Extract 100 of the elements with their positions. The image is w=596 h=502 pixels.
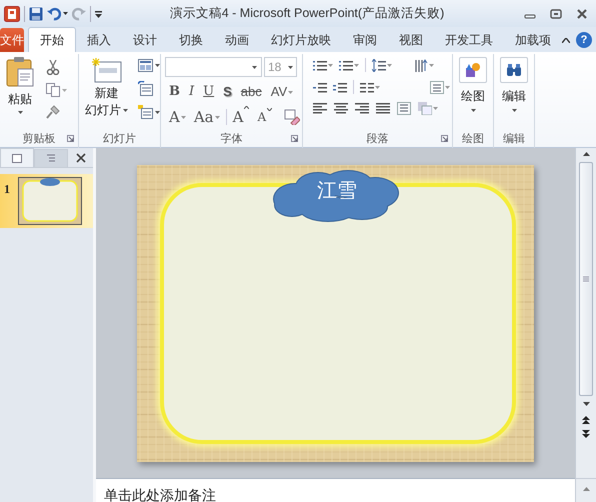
scissors-icon[interactable] bbox=[46, 60, 60, 75]
numbered-list-icon[interactable] bbox=[339, 58, 353, 72]
caret-icon bbox=[155, 110, 160, 114]
scroll-up-icon[interactable] bbox=[582, 152, 590, 156]
app-icon[interactable] bbox=[4, 6, 20, 22]
previous-slide-icon[interactable] bbox=[582, 416, 590, 424]
shapes-icon bbox=[465, 62, 481, 78]
binoculars-icon bbox=[506, 63, 522, 77]
section-icon[interactable] bbox=[138, 105, 153, 119]
slide-thumbnail-row[interactable]: 1 bbox=[0, 174, 93, 228]
clear-format-icon[interactable] bbox=[284, 109, 300, 125]
slides-tab-icon bbox=[12, 154, 22, 162]
dialog-launcher-icon[interactable] bbox=[441, 135, 448, 142]
caret-icon bbox=[354, 64, 359, 66]
scroll-down-icon[interactable] bbox=[582, 402, 590, 406]
format-button[interactable]: AV bbox=[268, 85, 296, 99]
ribbon-tab[interactable]: 开发工具 bbox=[434, 28, 504, 52]
font-size-button[interactable]: A bbox=[230, 106, 252, 128]
font-size-button[interactable]: A bbox=[255, 108, 274, 126]
close-icon[interactable] bbox=[76, 153, 86, 163]
group-label: 剪贴板 bbox=[22, 132, 56, 147]
new-slide-icon bbox=[92, 58, 122, 84]
ribbon-tab[interactable]: 审阅 bbox=[342, 28, 388, 52]
customize-icon[interactable] bbox=[95, 10, 102, 18]
dialog-launcher-icon[interactable] bbox=[291, 135, 298, 142]
scroll-thumb[interactable] bbox=[579, 162, 593, 396]
font-size-button[interactable]: Aa bbox=[192, 106, 222, 128]
font-size-button[interactable]: A bbox=[167, 106, 188, 128]
ribbon-tab[interactable]: 插入 bbox=[76, 28, 122, 52]
drawing-button[interactable]: 绘图 bbox=[453, 54, 493, 130]
grow-icon bbox=[244, 106, 250, 109]
caret-icon bbox=[445, 86, 450, 88]
increase-indent-icon[interactable] bbox=[333, 80, 347, 94]
caret-icon bbox=[18, 111, 22, 114]
caret-icon bbox=[214, 116, 220, 118]
paste-button[interactable]: 粘贴 bbox=[0, 54, 40, 130]
layout-icon[interactable] bbox=[138, 59, 153, 72]
collapse-ribbon-icon[interactable] bbox=[562, 38, 570, 42]
align-left-icon[interactable] bbox=[313, 102, 327, 115]
rounded-rectangle[interactable] bbox=[160, 182, 516, 444]
justify-icon[interactable] bbox=[376, 102, 390, 115]
format-button[interactable]: abc bbox=[238, 85, 264, 99]
grip-icon bbox=[583, 276, 589, 282]
caret-icon bbox=[387, 64, 392, 66]
ribbon-tab[interactable]: 动画 bbox=[214, 28, 260, 52]
group-label: 编辑 bbox=[503, 132, 525, 147]
ribbon-tab[interactable]: 加载项 bbox=[504, 28, 562, 52]
next-slide-icon[interactable] bbox=[582, 430, 590, 438]
format-button[interactable]: B bbox=[167, 85, 182, 99]
text-direction-icon[interactable] bbox=[414, 58, 428, 72]
ribbon-tab[interactable]: 文件 bbox=[0, 28, 24, 52]
ribbon-tab[interactable]: 幻灯片放映 bbox=[260, 28, 342, 52]
caret-icon bbox=[62, 88, 67, 92]
caret-icon bbox=[429, 64, 434, 66]
outline-icon bbox=[46, 154, 56, 163]
save-icon[interactable] bbox=[29, 6, 43, 20]
notes-field[interactable]: 单击此处添加备注 bbox=[96, 478, 575, 502]
help-button[interactable]: ? bbox=[576, 32, 592, 48]
restore-icon[interactable] bbox=[550, 8, 562, 18]
distributed-icon[interactable] bbox=[397, 102, 411, 115]
line-spacing-icon[interactable] bbox=[372, 58, 386, 72]
caret-icon bbox=[63, 12, 68, 15]
outline-tab[interactable] bbox=[34, 149, 68, 167]
caret-icon bbox=[180, 116, 186, 118]
dialog-launcher-icon[interactable] bbox=[67, 135, 74, 142]
reset-icon[interactable] bbox=[138, 81, 153, 96]
caret-icon bbox=[375, 86, 380, 88]
vertical-scrollbar[interactable] bbox=[575, 148, 596, 478]
ribbon-tab[interactable]: 设计 bbox=[122, 28, 168, 52]
align-text-icon[interactable] bbox=[430, 80, 444, 94]
copy-icon[interactable] bbox=[46, 83, 60, 97]
ribbon-tab[interactable]: 开始 bbox=[28, 27, 76, 52]
shape-text: 江雪 bbox=[316, 176, 358, 204]
caret-icon bbox=[252, 66, 257, 68]
caret-icon bbox=[512, 109, 516, 112]
format-button[interactable]: S bbox=[221, 85, 234, 99]
align-right-icon[interactable] bbox=[355, 102, 369, 115]
undo-icon[interactable] bbox=[47, 6, 61, 20]
window-title: 演示文稿4 - Microsoft PowerPoint(产品激活失败) bbox=[168, 5, 446, 22]
format-painter-icon[interactable] bbox=[46, 105, 60, 120]
slide[interactable]: 江雪 bbox=[137, 164, 534, 462]
group-label: 幻灯片 bbox=[103, 132, 136, 147]
editing-button[interactable]: 编辑 bbox=[494, 54, 534, 130]
ribbon-tab[interactable]: 视图 bbox=[388, 28, 434, 52]
slide-number: 1 bbox=[4, 181, 10, 198]
close-icon[interactable] bbox=[576, 8, 588, 18]
columns-icon[interactable] bbox=[360, 80, 374, 94]
slides-tab[interactable] bbox=[0, 148, 34, 167]
bullet-list-icon[interactable] bbox=[313, 58, 327, 72]
align-center-icon[interactable] bbox=[334, 102, 348, 115]
ribbon-tab[interactable]: 切换 bbox=[168, 28, 214, 52]
group-label: 绘图 bbox=[462, 132, 484, 147]
caret-icon bbox=[288, 66, 293, 68]
font-name-field[interactable] bbox=[165, 57, 262, 77]
group-label: 字体 bbox=[220, 132, 242, 147]
decrease-indent-icon[interactable] bbox=[313, 80, 327, 94]
slide-thumbnail[interactable] bbox=[18, 177, 82, 225]
format-button[interactable]: I bbox=[187, 85, 196, 99]
format-button[interactable]: U bbox=[201, 85, 216, 99]
new-slide-button[interactable]: 新建 幻灯片 bbox=[79, 54, 130, 130]
